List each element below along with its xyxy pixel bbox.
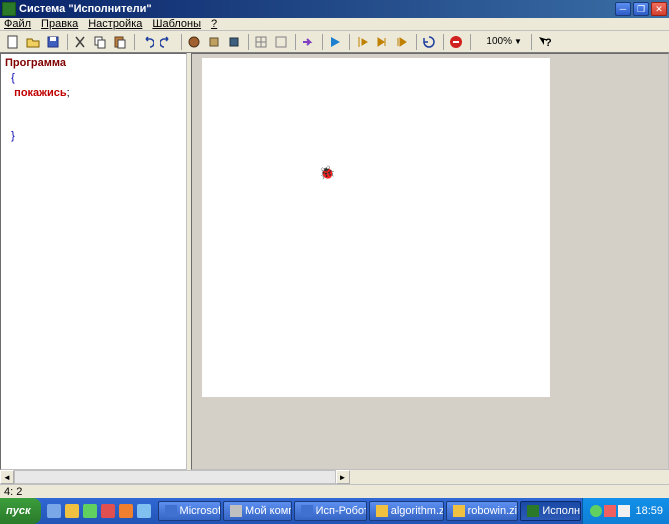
menu-edit[interactable]: Правка (41, 18, 78, 30)
taskbar-task-3[interactable]: Исп-Робот_Чер... (294, 501, 367, 521)
code-brace-open: { (5, 72, 15, 84)
menu-templates[interactable]: Шаблоны (152, 18, 201, 30)
step1-button[interactable] (353, 33, 371, 51)
workspace: Программа { покажись; } 🐞 (0, 53, 669, 470)
code-command: покажись (5, 87, 67, 99)
grid2-button[interactable] (272, 33, 290, 51)
action1-button[interactable] (299, 33, 317, 51)
taskbar-task-1[interactable]: Microsoft Off... (158, 501, 222, 521)
step3-button[interactable] (393, 33, 411, 51)
quick-launch (45, 504, 153, 518)
undo-button[interactable] (138, 33, 156, 51)
scroll-left-button[interactable]: ◄ (0, 470, 14, 484)
taskbar-task-6[interactable]: Исполнители (520, 501, 581, 521)
zoom-dropdown[interactable]: ▼ (514, 37, 522, 46)
new-button[interactable] (4, 33, 22, 51)
cut-button[interactable] (71, 33, 89, 51)
view-pane: 🐞 (191, 53, 669, 470)
taskbar-task-4[interactable]: algorithm.zip - W... (369, 501, 444, 521)
tray-icon-2[interactable] (604, 505, 616, 517)
robot2-button[interactable] (205, 33, 223, 51)
redo-button[interactable] (158, 33, 176, 51)
code-brace-close: } (5, 130, 15, 142)
canvas[interactable]: 🐞 (202, 58, 550, 397)
ql-icon-1[interactable] (47, 504, 61, 518)
cursor-position: 4: 2 (4, 486, 22, 498)
app-icon (2, 2, 16, 16)
scroll-track[interactable] (14, 470, 336, 484)
clock[interactable]: 18:59 (635, 505, 663, 517)
maximize-button[interactable]: ❐ (633, 2, 649, 16)
open-button[interactable] (24, 33, 42, 51)
step2-button[interactable] (373, 33, 391, 51)
run-button[interactable] (326, 33, 344, 51)
whats-this-button[interactable]: ? (535, 33, 553, 51)
h-scrollbar: ◄ ► (0, 470, 669, 484)
menu-file[interactable]: Файл (4, 18, 31, 30)
save-button[interactable] (44, 33, 62, 51)
taskbar-task-5[interactable]: robowin.zip - Wi... (446, 501, 519, 521)
zoom-value: 100% (476, 36, 512, 47)
close-button[interactable]: ✕ (651, 2, 667, 16)
code-content: Программа { покажись; } (1, 54, 186, 146)
ql-icon-3[interactable] (83, 504, 97, 518)
reload-button[interactable] (420, 33, 438, 51)
ql-icon-6[interactable] (137, 504, 151, 518)
tray-icon-1[interactable] (590, 505, 602, 517)
scroll-right-button[interactable]: ► (336, 470, 350, 484)
statusbar: 4: 2 (0, 484, 669, 498)
ql-icon-5[interactable] (119, 504, 133, 518)
menubar: Файл Правка Настройка Шаблоны ? (0, 18, 669, 31)
svg-text:?: ? (545, 37, 551, 49)
paste-button[interactable] (111, 33, 129, 51)
menu-settings[interactable]: Настройка (88, 18, 142, 30)
tray-icon-3[interactable] (618, 505, 630, 517)
code-keyword: Программа (5, 57, 66, 69)
code-editor[interactable]: Программа { покажись; } (0, 53, 187, 470)
copy-button[interactable] (91, 33, 109, 51)
taskbar-task-2[interactable]: Мой компьютер (223, 501, 292, 521)
stop-button[interactable] (447, 33, 465, 51)
window-title: Система "Исполнители" (19, 3, 613, 15)
robot3-button[interactable] (225, 33, 243, 51)
ql-icon-2[interactable] (65, 504, 79, 518)
titlebar: Система "Исполнители" ─ ❐ ✕ (0, 0, 669, 18)
turtle-icon: 🐞 (319, 165, 335, 181)
robot1-button[interactable] (185, 33, 203, 51)
grid1-button[interactable] (252, 33, 270, 51)
toolbar: 100% ▼ ? (0, 31, 669, 53)
menu-help[interactable]: ? (211, 18, 217, 30)
ql-icon-4[interactable] (101, 504, 115, 518)
minimize-button[interactable]: ─ (615, 2, 631, 16)
